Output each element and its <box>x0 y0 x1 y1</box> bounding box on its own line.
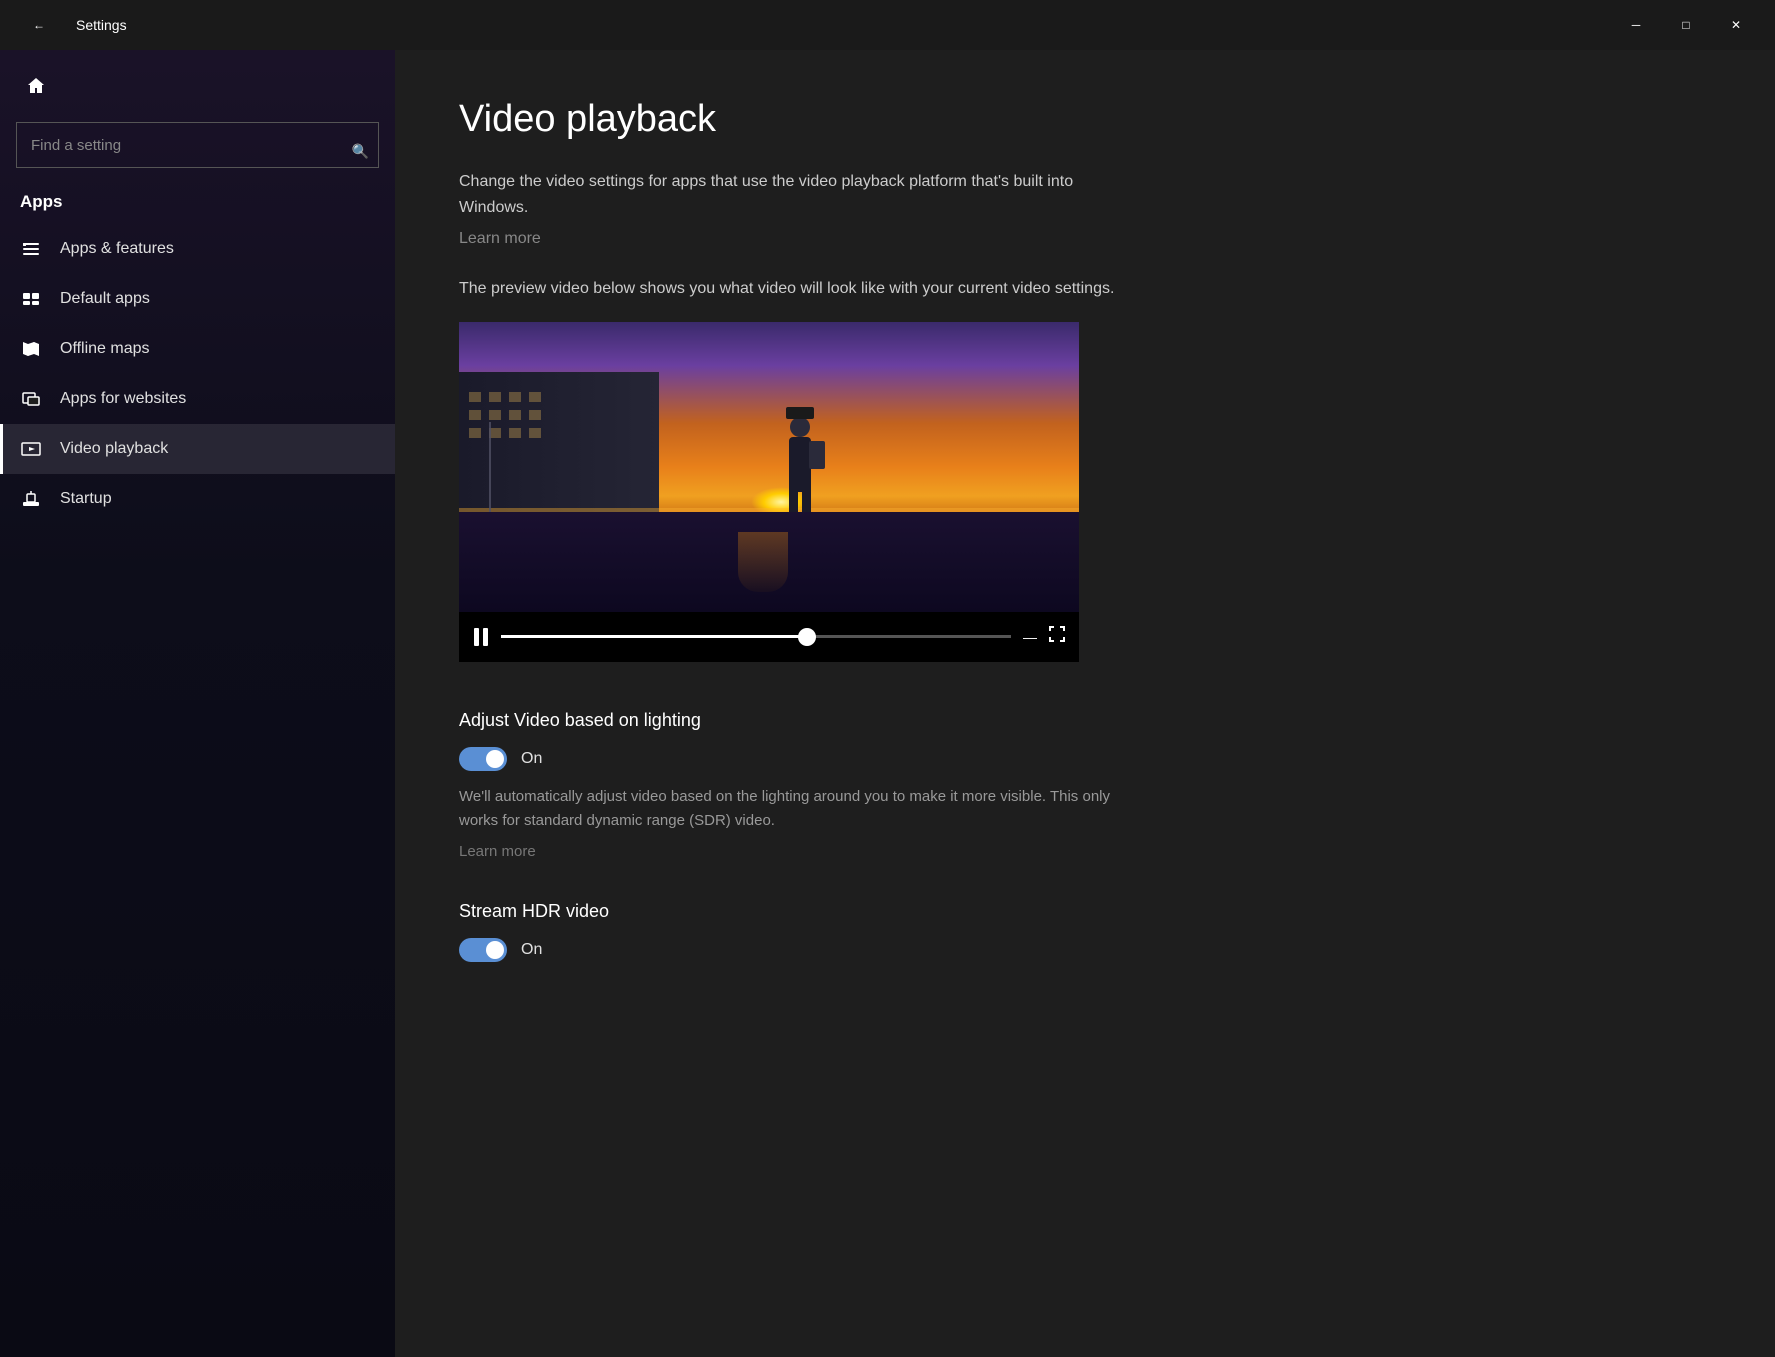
maximize-button[interactable]: □ <box>1663 7 1709 43</box>
sidebar-item-label-video-playback: Video playback <box>60 440 168 458</box>
sidebar-item-startup[interactable]: Startup <box>0 474 395 524</box>
apps-websites-icon <box>20 388 42 410</box>
sidebar-item-label-offline-maps: Offline maps <box>60 340 150 358</box>
window-sq <box>489 410 501 420</box>
window-sq <box>509 428 521 438</box>
home-button[interactable] <box>16 66 56 106</box>
preview-text: The preview video below shows you what v… <box>459 276 1139 302</box>
window-sq <box>469 392 481 402</box>
sidebar-item-label-apps-features: Apps & features <box>60 240 174 258</box>
video-railing-post <box>489 422 491 522</box>
window-sq <box>529 392 541 402</box>
content-area: Video playback Change the video settings… <box>395 50 1775 1357</box>
figure-body <box>789 437 811 492</box>
sidebar-item-default-apps[interactable]: Default apps <box>0 274 395 324</box>
home-icon <box>26 76 46 96</box>
sidebar: 🔍 Apps Apps & features <box>0 50 395 1357</box>
close-button[interactable]: ✕ <box>1713 7 1759 43</box>
titlebar-controls: ─ □ ✕ <box>1613 7 1759 43</box>
stream-hdr-toggle-label: On <box>521 941 542 959</box>
stream-hdr-toggle[interactable] <box>459 938 507 962</box>
progress-fill <box>501 635 807 638</box>
search-icon: 🔍 <box>352 143 369 160</box>
stream-hdr-section: Stream HDR video On <box>459 901 1711 962</box>
sidebar-item-offline-maps[interactable]: Offline maps <box>0 324 395 374</box>
pause-button[interactable] <box>473 627 489 647</box>
window-sq <box>469 428 481 438</box>
sidebar-top <box>0 66 395 122</box>
pause-icon <box>473 627 489 647</box>
sidebar-item-label-startup: Startup <box>60 490 112 508</box>
adjust-video-description: We'll automatically adjust video based o… <box>459 785 1119 833</box>
default-apps-icon <box>20 288 42 310</box>
video-controls: — <box>459 612 1079 662</box>
page-title: Video playback <box>459 98 1711 141</box>
learn-more-link[interactable]: Learn more <box>459 230 541 248</box>
figure-backpack <box>809 441 825 469</box>
window-sq <box>509 410 521 420</box>
settings-window: ← Settings ─ □ ✕ <box>0 0 1775 1357</box>
video-preview: — <box>459 322 1079 662</box>
search-box: 🔍 <box>0 122 395 184</box>
startup-icon <box>20 488 42 510</box>
volume-icon[interactable]: — <box>1023 629 1037 645</box>
fullscreen-button[interactable] <box>1049 626 1065 647</box>
description-text: Change the video settings for apps that … <box>459 169 1139 220</box>
video-water <box>459 512 1079 612</box>
window-sq <box>469 410 481 420</box>
sidebar-section-title: Apps <box>0 184 395 224</box>
adjust-video-toggle[interactable] <box>459 747 507 771</box>
sidebar-item-apps-websites[interactable]: Apps for websites <box>0 374 395 424</box>
stream-hdr-toggle-row: On <box>459 938 1711 962</box>
window-sq <box>529 410 541 420</box>
fullscreen-icon <box>1049 626 1065 642</box>
titlebar-title: Settings <box>76 17 127 33</box>
sidebar-item-label-apps-websites: Apps for websites <box>60 390 186 408</box>
video-scene <box>459 322 1079 612</box>
window-sq <box>489 392 501 402</box>
video-figure <box>789 417 811 522</box>
apps-features-icon <box>20 238 42 260</box>
stream-hdr-title: Stream HDR video <box>459 901 1711 922</box>
main-layout: 🔍 Apps Apps & features <box>0 50 1775 1357</box>
sidebar-item-video-playback[interactable]: Video playback <box>0 424 395 474</box>
adjust-video-section: Adjust Video based on lighting On We'll … <box>459 710 1711 861</box>
adjust-video-toggle-label: On <box>521 750 542 768</box>
window-sq <box>529 428 541 438</box>
building-windows <box>469 392 541 438</box>
stream-hdr-toggle-thumb <box>486 941 504 959</box>
adjust-video-title: Adjust Video based on lighting <box>459 710 1711 731</box>
water-reflection <box>738 532 788 592</box>
adjust-video-learn-more[interactable]: Learn more <box>459 843 536 860</box>
sidebar-item-apps-features[interactable]: Apps & features <box>0 224 395 274</box>
back-button[interactable]: ← <box>16 7 62 43</box>
figure-head <box>790 417 810 437</box>
progress-bar[interactable] <box>501 635 1011 638</box>
sidebar-item-label-default-apps: Default apps <box>60 290 150 308</box>
video-playback-icon <box>20 438 42 460</box>
figure-hat <box>786 407 814 419</box>
minimize-button[interactable]: ─ <box>1613 7 1659 43</box>
adjust-video-toggle-thumb <box>486 750 504 768</box>
search-input[interactable] <box>16 122 379 168</box>
titlebar: ← Settings ─ □ ✕ <box>0 0 1775 50</box>
adjust-video-toggle-row: On <box>459 747 1711 771</box>
titlebar-left: ← Settings <box>16 7 127 43</box>
window-sq <box>509 392 521 402</box>
offline-maps-icon <box>20 338 42 360</box>
progress-thumb[interactable] <box>798 628 816 646</box>
